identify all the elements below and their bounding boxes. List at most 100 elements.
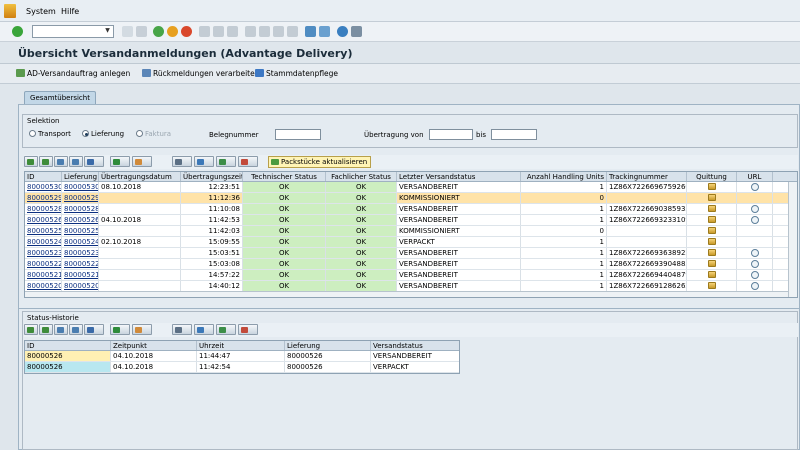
print-icon[interactable] bbox=[199, 26, 210, 37]
sort-desc-icon[interactable] bbox=[54, 156, 68, 167]
cell-lieferung[interactable]: 80000520 bbox=[62, 281, 99, 291]
details-icon[interactable] bbox=[24, 156, 38, 167]
col-uebertragungsdatum[interactable]: Übertragungsdatum bbox=[99, 172, 181, 181]
col-url[interactable]: URL bbox=[737, 172, 773, 181]
cell-lieferung[interactable]: 80000525 bbox=[62, 226, 99, 236]
export-icon[interactable] bbox=[216, 324, 236, 335]
enter-check-icon[interactable] bbox=[12, 26, 23, 37]
col-fachlicher-status[interactable]: Fachlicher Status bbox=[326, 172, 397, 181]
table-row[interactable]: 80000530 80000530 08.10.2018 12:23:51 OK OK VE… bbox=[25, 182, 788, 193]
cell-id[interactable]: 80000530 bbox=[25, 182, 62, 192]
collapse-icon[interactable] bbox=[122, 26, 133, 37]
cell-lieferung[interactable]: 80000521 bbox=[62, 270, 99, 280]
print-icon[interactable] bbox=[172, 324, 192, 335]
hcol-versandstatus[interactable]: Versandstatus bbox=[371, 341, 459, 350]
find-icon[interactable] bbox=[69, 156, 83, 167]
cell-id[interactable]: 80000520 bbox=[25, 281, 62, 291]
receipt-icon[interactable] bbox=[707, 216, 716, 223]
col-id[interactable]: ID bbox=[25, 172, 62, 181]
col-trackingnummer[interactable]: Trackingnummer bbox=[607, 172, 687, 181]
cell-lieferung[interactable]: 80000524 bbox=[62, 237, 99, 247]
new-session-icon[interactable] bbox=[305, 26, 316, 37]
sort-asc-icon[interactable] bbox=[39, 324, 53, 335]
views-icon[interactable] bbox=[194, 324, 214, 335]
table-row[interactable]: 80000528 80000528 11:10:08 OK OK VERSANDBEREI… bbox=[25, 204, 788, 215]
subtotal-icon[interactable] bbox=[132, 156, 152, 167]
cell-id[interactable]: 80000523 bbox=[25, 248, 62, 258]
views-icon[interactable] bbox=[194, 156, 214, 167]
save-icon[interactable] bbox=[136, 26, 147, 37]
sort-asc-icon[interactable] bbox=[39, 156, 53, 167]
table-row[interactable]: 80000526 80000526 04.10.2018 11:42:53 OK OK VE… bbox=[25, 215, 788, 226]
layout-icon[interactable] bbox=[238, 324, 258, 335]
receipt-icon[interactable] bbox=[707, 227, 716, 234]
history-row[interactable]: 80000526 04.10.2018 11:42:54 80000526 VERPAC… bbox=[25, 362, 459, 373]
belegnummer-input[interactable] bbox=[275, 129, 321, 140]
layout-icon[interactable] bbox=[238, 156, 258, 167]
globe-link-icon[interactable] bbox=[750, 216, 759, 224]
sum-icon[interactable] bbox=[110, 156, 130, 167]
receipt-icon[interactable] bbox=[707, 260, 716, 267]
table-row[interactable]: 80000522 80000522 15:03:08 OK OK VERSANDBEREI… bbox=[25, 259, 788, 270]
table-row[interactable]: 80000525 80000525 11:42:03 OK OK KOMMISSIONIE… bbox=[25, 226, 788, 237]
tab-gesamtuebersicht[interactable]: Gesamtübersicht bbox=[24, 91, 96, 105]
hcol-id[interactable]: ID bbox=[25, 341, 111, 350]
filter-icon[interactable] bbox=[84, 156, 104, 167]
uebertragung-von-input[interactable] bbox=[429, 129, 473, 140]
receipt-icon[interactable] bbox=[707, 282, 716, 289]
stammdatenpflege-button[interactable]: Stammdatenpflege bbox=[255, 69, 338, 78]
col-technischer-status[interactable]: Technischer Status bbox=[243, 172, 326, 181]
last-page-icon[interactable] bbox=[287, 26, 298, 37]
globe-link-icon[interactable] bbox=[750, 282, 759, 290]
receipt-icon[interactable] bbox=[707, 205, 716, 212]
globe-link-icon[interactable] bbox=[750, 205, 759, 213]
cell-lieferung[interactable]: 80000526 bbox=[62, 215, 99, 225]
history-row[interactable]: 80000526 04.10.2018 11:44:47 80000526 VERSAN… bbox=[25, 351, 459, 362]
details-icon[interactable] bbox=[24, 324, 38, 335]
table-row[interactable]: 80000523 80000523 15:03:51 OK OK VERSANDBEREI… bbox=[25, 248, 788, 259]
cell-lieferung[interactable]: 80000522 bbox=[62, 259, 99, 269]
globe-link-icon[interactable] bbox=[750, 249, 759, 257]
table-row[interactable]: 80000524 80000524 02.10.2018 15:09:55 OK OK VE… bbox=[25, 237, 788, 248]
globe-link-icon[interactable] bbox=[750, 271, 759, 279]
cell-lieferung[interactable]: 80000530 bbox=[62, 182, 99, 192]
help-icon[interactable] bbox=[337, 26, 348, 37]
sum-icon[interactable] bbox=[110, 324, 130, 335]
hcol-zeitpunkt[interactable]: Zeitpunkt bbox=[111, 341, 197, 350]
globe-link-icon[interactable] bbox=[750, 260, 759, 268]
hcol-lieferung[interactable]: Lieferung bbox=[285, 341, 371, 350]
cell-id[interactable]: 80000526 bbox=[25, 215, 62, 225]
uebertragung-bis-input[interactable] bbox=[491, 129, 537, 140]
back-icon[interactable] bbox=[153, 26, 164, 37]
exit-icon[interactable] bbox=[167, 26, 178, 37]
col-anzahl-hu[interactable]: Anzahl Handling Units bbox=[521, 172, 607, 181]
find-icon[interactable] bbox=[69, 324, 83, 335]
cell-id[interactable]: 80000528 bbox=[25, 204, 62, 214]
subtotal-icon[interactable] bbox=[132, 324, 152, 335]
table-row[interactable]: 80000521 80000521 14:57:22 OK OK VERSANDBEREI… bbox=[25, 270, 788, 281]
menu-hilfe[interactable]: Hilfe bbox=[61, 7, 79, 16]
sort-desc-icon[interactable] bbox=[54, 324, 68, 335]
receipt-icon[interactable] bbox=[707, 249, 716, 256]
find-next-icon[interactable] bbox=[227, 26, 238, 37]
radio-transport[interactable]: Transport bbox=[29, 130, 71, 138]
col-quittung[interactable]: Quittung bbox=[687, 172, 737, 181]
receipt-icon[interactable] bbox=[707, 238, 716, 245]
cell-lieferung[interactable]: 80000528 bbox=[62, 204, 99, 214]
next-page-icon[interactable] bbox=[273, 26, 284, 37]
cell-id[interactable]: 80000521 bbox=[25, 270, 62, 280]
ad-versandauftrag-button[interactable]: AD-Versandauftrag anlegen bbox=[16, 69, 130, 78]
packstuecke-aktualisieren-button[interactable]: Packstücke aktualisieren bbox=[268, 156, 372, 168]
col-lieferung[interactable]: Lieferung bbox=[62, 172, 99, 181]
rueckmeldungen-button[interactable]: Rückmeldungen verarbeiten bbox=[142, 69, 259, 78]
first-page-icon[interactable] bbox=[245, 26, 256, 37]
splitter[interactable] bbox=[18, 308, 800, 309]
table-row[interactable]: 80000529 80000529 11:12:36 OK OK KOMMISSIONIE… bbox=[25, 193, 788, 204]
receipt-icon[interactable] bbox=[707, 183, 716, 190]
cell-id[interactable]: 80000525 bbox=[25, 226, 62, 236]
receipt-icon[interactable] bbox=[707, 271, 716, 278]
print-icon[interactable] bbox=[172, 156, 192, 167]
radio-lieferung[interactable]: Lieferung bbox=[82, 130, 124, 138]
cell-id[interactable]: 80000524 bbox=[25, 237, 62, 247]
chevron-down-icon[interactable]: ▼ bbox=[103, 27, 112, 36]
